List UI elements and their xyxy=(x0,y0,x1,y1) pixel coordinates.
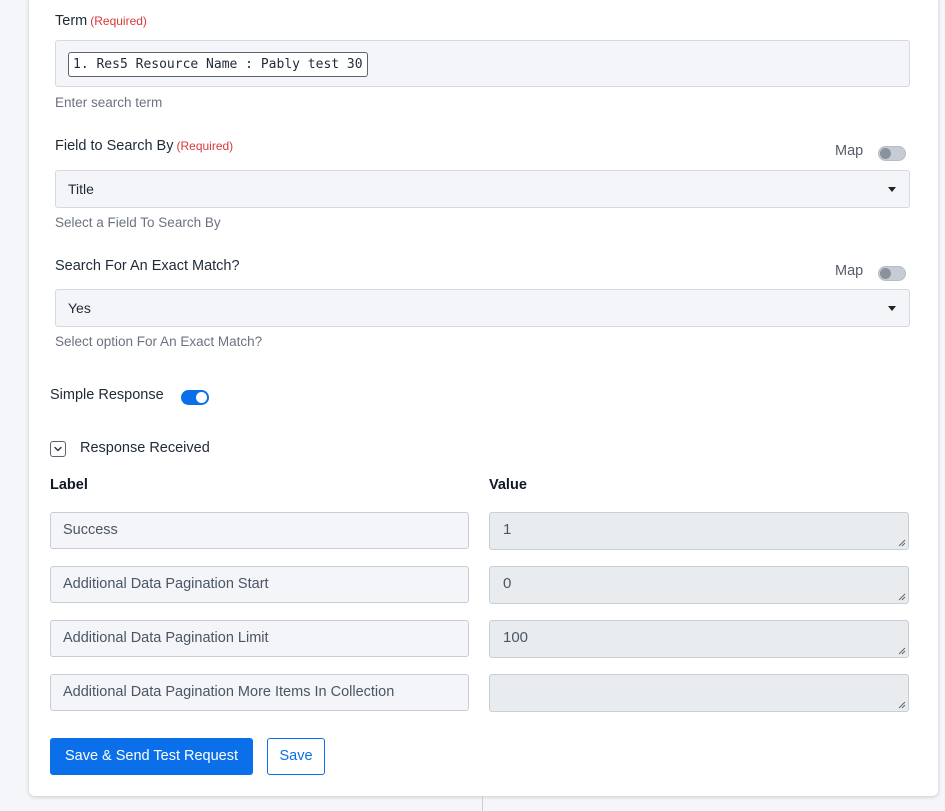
term-label: Term xyxy=(55,13,88,29)
response-row-label: Success xyxy=(50,512,469,549)
value-text: 100 xyxy=(503,629,529,646)
resize-grip-icon[interactable] xyxy=(898,647,906,655)
value-column-header: Value xyxy=(489,477,527,493)
search-by-selected: Title xyxy=(68,181,94,197)
response-row-label: Additional Data Pagination Limit xyxy=(50,620,469,657)
term-help: Enter search term xyxy=(55,95,163,110)
resize-grip-icon[interactable] xyxy=(898,701,906,709)
search-by-required: (Required) xyxy=(176,139,234,153)
response-title: Response Received xyxy=(80,440,210,456)
divider xyxy=(482,796,483,811)
search-by-label: Field to Search By xyxy=(55,138,174,154)
caret-down-icon xyxy=(888,187,896,192)
response-row-label: Additional Data Pagination Start xyxy=(50,566,469,603)
exact-match-label: Search For An Exact Match? xyxy=(55,258,240,274)
exact-match-help: Select option For An Exact Match? xyxy=(55,334,263,349)
label-column-header: Label xyxy=(50,477,88,493)
search-by-help: Select a Field To Search By xyxy=(55,215,221,230)
simple-response-toggle[interactable] xyxy=(181,390,209,405)
exact-match-select[interactable]: Yes xyxy=(55,289,910,327)
response-row-value[interactable] xyxy=(489,674,909,712)
exact-match-map-toggle[interactable] xyxy=(878,266,906,281)
term-required: (Required) xyxy=(90,14,147,28)
toggle-knob xyxy=(880,148,891,159)
response-row-value[interactable]: 1 xyxy=(489,512,909,550)
value-text: 1 xyxy=(503,521,512,538)
search-by-map-toggle[interactable] xyxy=(878,146,906,161)
exact-match-map-label: Map xyxy=(835,263,864,279)
form-card: Term (Required) 1. Res5 Resource Name : P… xyxy=(29,0,938,796)
resize-grip-icon[interactable] xyxy=(898,539,906,547)
simple-response-label: Simple Response xyxy=(50,387,164,403)
chevron-down-icon xyxy=(54,446,62,452)
collapse-toggle[interactable] xyxy=(50,441,66,457)
term-label-row: Term (Required) xyxy=(55,13,147,29)
search-by-select[interactable]: Title xyxy=(55,170,910,208)
toggle-knob xyxy=(196,392,207,403)
response-row-label: Additional Data Pagination More Items In… xyxy=(50,674,469,711)
term-input[interactable]: 1. Res5 Resource Name : Pably test 30 xyxy=(55,40,910,87)
caret-down-icon xyxy=(888,306,896,311)
value-text: 0 xyxy=(503,575,512,592)
search-by-label-row: Field to Search By (Required) xyxy=(55,138,233,154)
save-button[interactable]: Save xyxy=(267,738,325,775)
resize-grip-icon[interactable] xyxy=(898,593,906,601)
exact-match-selected: Yes xyxy=(68,300,91,316)
term-token[interactable]: 1. Res5 Resource Name : Pably test 30 xyxy=(68,52,368,77)
response-row-value[interactable]: 0 xyxy=(489,566,909,604)
response-row-value[interactable]: 100 xyxy=(489,620,909,658)
search-by-map-label: Map xyxy=(835,143,864,159)
toggle-knob xyxy=(880,268,891,279)
save-send-test-button[interactable]: Save & Send Test Request xyxy=(50,738,253,775)
